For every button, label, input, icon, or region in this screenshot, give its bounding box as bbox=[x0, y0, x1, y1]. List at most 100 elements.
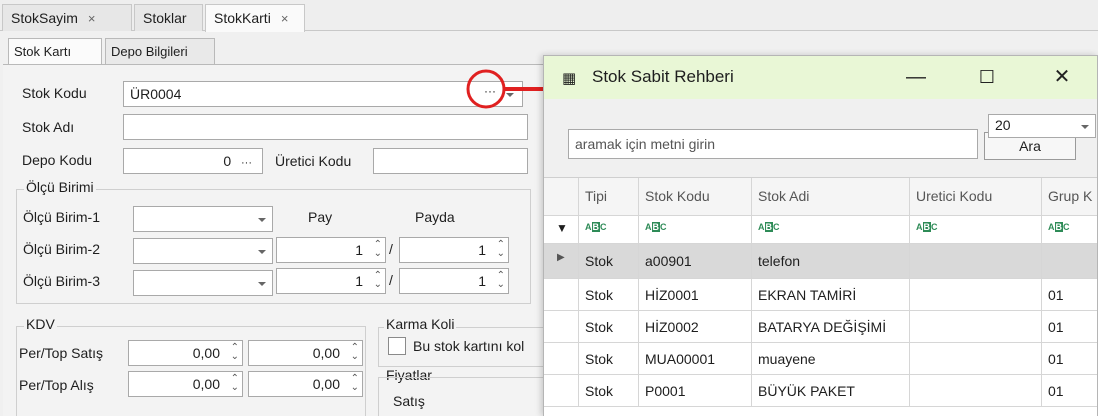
payda-label: Payda bbox=[415, 209, 455, 225]
payda-3-stepper[interactable]: 1 ⌃ ⌄ bbox=[399, 268, 509, 294]
search-input[interactable]: aramak için metni girin bbox=[568, 129, 978, 159]
grid-header-row: Tipi Stok Kodu Stok Adi Uretici Kodu Gru… bbox=[544, 178, 1097, 216]
alis-kdv-1-stepper[interactable]: 0,00 ⌃ ⌄ bbox=[128, 371, 243, 397]
olcu-birim-1-select[interactable] bbox=[133, 206, 273, 232]
pay-2-value: 1 bbox=[355, 242, 363, 258]
table-row[interactable]: Stok P0001 BÜYÜK PAKET 01 bbox=[544, 375, 1097, 407]
maximize-button[interactable]: ☐ bbox=[967, 64, 1007, 90]
page-size-select[interactable]: 20 bbox=[988, 114, 1096, 138]
text-filter-icon[interactable]: ABC bbox=[752, 216, 910, 243]
satis-kdv-1-value: 0,00 bbox=[192, 345, 220, 361]
dialog-title: Stok Sabit Rehberi bbox=[592, 67, 734, 86]
cell-stok-adi: BATARYA DEĞİŞİMİ bbox=[752, 311, 910, 342]
pay-2-stepper[interactable]: 1 ⌃ ⌄ bbox=[276, 237, 386, 263]
stok-sabit-rehberi-dialog: ▦ Stok Sabit Rehberi — ☐ ✕ aramak için m… bbox=[543, 55, 1098, 416]
column-header-grup-k[interactable]: Grup K bbox=[1042, 178, 1097, 215]
spin-icon[interactable]: ⌃ ⌄ bbox=[374, 271, 382, 290]
close-button[interactable]: ✕ bbox=[1042, 64, 1082, 90]
stok-kodu-label: Stok Kodu bbox=[22, 85, 87, 101]
chevron-down-icon bbox=[1081, 125, 1089, 129]
table-row[interactable]: Stok HİZ0002 BATARYA DEĞİŞİMİ 01 bbox=[544, 311, 1097, 343]
row-indicator-cell bbox=[544, 375, 579, 406]
tab-label: StokKarti bbox=[214, 10, 271, 26]
spin-icon[interactable]: ⌃ ⌄ bbox=[351, 343, 359, 362]
tab-stokkarti[interactable]: StokKarti × bbox=[205, 4, 305, 32]
row-indicator-icon: ▶ bbox=[544, 244, 579, 278]
pay-3-stepper[interactable]: 1 ⌃ ⌄ bbox=[276, 268, 386, 294]
table-row[interactable]: Stok MUA00001 muayene 01 bbox=[544, 343, 1097, 375]
olcu-birim-2-select[interactable] bbox=[133, 238, 273, 264]
cell-stok-kodu: P0001 bbox=[639, 375, 752, 406]
spin-icon[interactable]: ⌃ ⌄ bbox=[497, 240, 505, 259]
filter-icon[interactable]: ▼ bbox=[544, 216, 579, 243]
grid-filter-row: ▼ ABC ABC ABC ABC ABC bbox=[544, 216, 1097, 244]
text-filter-icon[interactable]: ABC bbox=[1042, 216, 1097, 243]
column-header-stok-kodu[interactable]: Stok Kodu bbox=[639, 178, 752, 215]
spin-icon[interactable]: ⌃ ⌄ bbox=[497, 271, 505, 290]
depo-kodu-input[interactable]: 0 ··· bbox=[123, 148, 263, 174]
depo-kodu-value: 0 bbox=[223, 153, 232, 169]
cell-grup: 01 bbox=[1048, 319, 1064, 335]
annotation-circle bbox=[466, 69, 506, 109]
olcu-birim-1-label: Ölçü Birim-1 bbox=[23, 209, 101, 225]
text-filter-icon[interactable]: ABC bbox=[910, 216, 1042, 243]
uretici-kodu-input[interactable] bbox=[373, 148, 528, 174]
payda-2-value: 1 bbox=[478, 242, 486, 258]
spin-icon[interactable]: ⌃ ⌄ bbox=[231, 343, 239, 362]
olcu-birim-3-label: Ölçü Birim-3 bbox=[23, 273, 101, 289]
search-button-label: Ara bbox=[1019, 138, 1041, 154]
cell-uretici-kodu bbox=[910, 279, 1042, 310]
close-icon[interactable]: × bbox=[88, 11, 96, 26]
text-filter-icon[interactable]: ABC bbox=[579, 216, 639, 243]
cell-grup: 01 bbox=[1048, 351, 1064, 367]
minimize-button[interactable]: — bbox=[896, 64, 936, 90]
app-icon: ▦ bbox=[562, 70, 577, 87]
alis-kdv-1-value: 0,00 bbox=[192, 376, 220, 392]
slash: / bbox=[389, 241, 393, 257]
column-header-tipi[interactable]: Tipi bbox=[579, 178, 639, 215]
satis-kdv-1-stepper[interactable]: 0,00 ⌃ ⌄ bbox=[128, 340, 243, 366]
cell-grup: 01 bbox=[1048, 287, 1064, 303]
spin-icon[interactable]: ⌃ ⌄ bbox=[231, 374, 239, 393]
spin-icon[interactable]: ⌃ ⌄ bbox=[374, 240, 382, 259]
tab-stok-karti[interactable]: Stok Kartı bbox=[8, 38, 102, 66]
ellipsis-button[interactable]: ··· bbox=[241, 157, 252, 169]
tab-depo-bilgileri[interactable]: Depo Bilgileri bbox=[105, 38, 215, 64]
text-filter-icon[interactable]: ABC bbox=[639, 216, 752, 243]
cell-stok-adi: telefon bbox=[752, 244, 910, 278]
document-tab-bar: StokSayim × Stoklar StokKarti × bbox=[0, 0, 1098, 32]
table-row[interactable]: Stok HİZ0001 EKRAN TAMİRİ 01 bbox=[544, 279, 1097, 311]
tab-stoklar[interactable]: Stoklar bbox=[134, 4, 203, 31]
olcu-birim-2-label: Ölçü Birim-2 bbox=[23, 241, 101, 257]
column-header-uretici-kodu[interactable]: Uretici Kodu bbox=[910, 178, 1042, 215]
karma-koli-checkbox[interactable] bbox=[388, 337, 406, 355]
search-placeholder: aramak için metni girin bbox=[575, 136, 716, 152]
row-indicator-cell bbox=[544, 311, 579, 342]
per-top-satis-label: Per/Top Satış bbox=[19, 345, 104, 361]
olcu-birim-3-select[interactable] bbox=[133, 270, 273, 296]
chevron-down-icon bbox=[258, 250, 266, 254]
column-header-stok-adi[interactable]: Stok Adi bbox=[752, 178, 910, 215]
payda-3-value: 1 bbox=[478, 273, 486, 289]
table-row[interactable]: ▶ Stok a00901 telefon bbox=[544, 244, 1097, 279]
close-icon[interactable]: × bbox=[281, 11, 289, 26]
results-grid: Tipi Stok Kodu Stok Adi Uretici Kodu Gru… bbox=[544, 177, 1097, 416]
cell-grup bbox=[1042, 244, 1097, 278]
alis-kdv-2-value: 0,00 bbox=[312, 376, 340, 392]
header-indicator-cell bbox=[544, 178, 579, 215]
cell-stok-adi: EKRAN TAMİRİ bbox=[752, 279, 910, 310]
cell-stok-kodu: a00901 bbox=[639, 244, 752, 278]
stok-adi-input[interactable] bbox=[123, 114, 528, 140]
depo-kodu-label: Depo Kodu bbox=[22, 152, 93, 168]
alis-kdv-2-stepper[interactable]: 0,00 ⌃ ⌄ bbox=[248, 371, 363, 397]
cell-uretici-kodu bbox=[910, 311, 1042, 342]
cell-tipi: Stok bbox=[579, 279, 639, 310]
pay-label: Pay bbox=[308, 209, 333, 225]
spin-icon[interactable]: ⌃ ⌄ bbox=[351, 374, 359, 393]
tab-stoksayim[interactable]: StokSayim × bbox=[2, 4, 132, 31]
satis-kdv-2-stepper[interactable]: 0,00 ⌃ ⌄ bbox=[248, 340, 363, 366]
cell-tipi: Stok bbox=[579, 375, 639, 406]
payda-2-stepper[interactable]: 1 ⌃ ⌄ bbox=[399, 237, 509, 263]
kdv-title: KDV bbox=[24, 316, 57, 332]
stok-kodu-value: ÜR0004 bbox=[130, 86, 182, 102]
